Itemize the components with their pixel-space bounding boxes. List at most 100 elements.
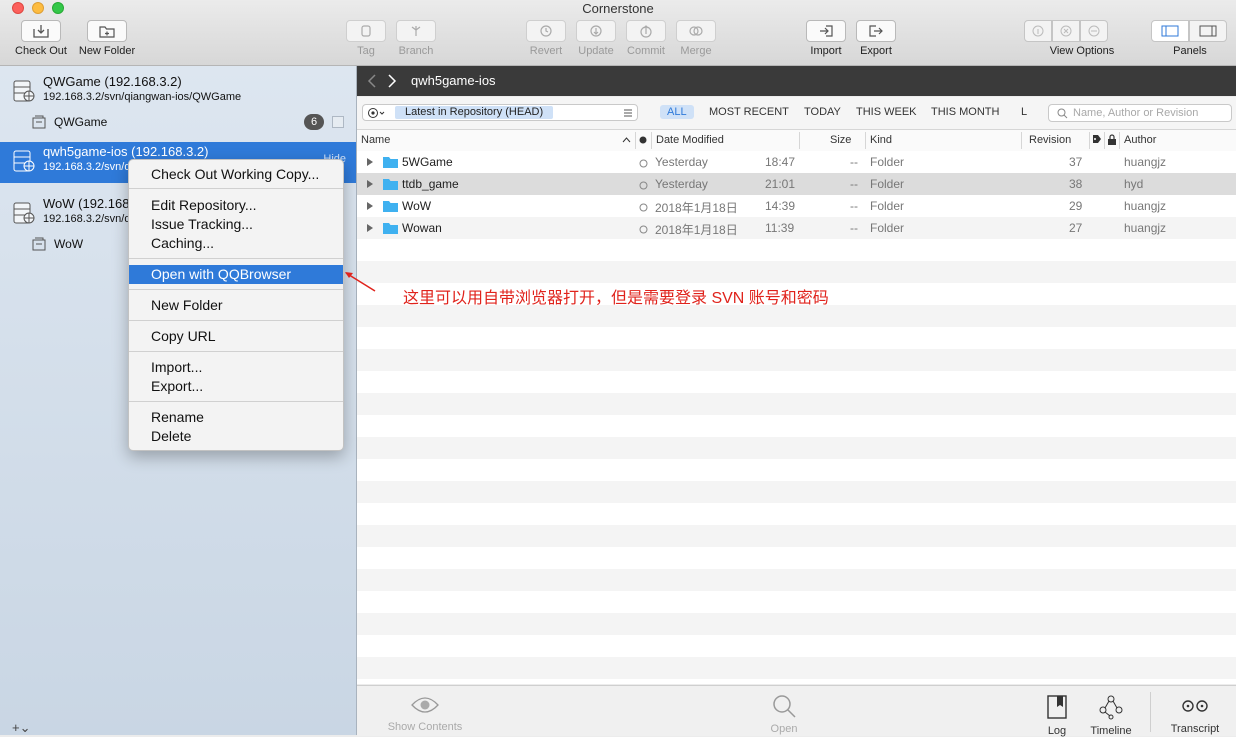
repository-server-icon — [13, 80, 35, 102]
timeline-button[interactable]: Timeline — [1085, 694, 1137, 737]
revert-button[interactable]: Revert — [526, 20, 566, 57]
panels-segment[interactable] — [1151, 20, 1227, 42]
new-folder-button[interactable]: New Folder — [76, 20, 138, 57]
working-copy-item[interactable]: QWGame 6 — [0, 111, 356, 133]
checkout-button[interactable]: Check Out — [12, 20, 70, 57]
magnifier-icon — [773, 695, 796, 718]
filter-icon[interactable] — [1080, 20, 1108, 42]
column-kind[interactable]: Kind — [870, 134, 892, 146]
import-button[interactable]: Import — [806, 20, 846, 57]
file-row[interactable]: 5WGame Yesterday 18:47 -- Folder 37 huan… — [357, 151, 1236, 173]
working-copy-name: QWGame — [54, 115, 108, 129]
book-icon — [1047, 695, 1067, 719]
export-button[interactable]: Export — [856, 20, 896, 57]
merge-label: Merge — [680, 45, 712, 57]
view-options-segment[interactable] — [1024, 20, 1108, 42]
filter-more[interactable]: L — [1021, 106, 1027, 118]
disclosure-triangle-icon[interactable] — [366, 200, 374, 214]
folder-plus-icon — [87, 20, 127, 42]
filter-this-month[interactable]: THIS MONTH — [931, 106, 999, 118]
tag-label: Tag — [357, 45, 375, 57]
version-selector[interactable]: Latest in Repository (HEAD) — [362, 104, 638, 121]
transcript-button[interactable]: Transcript — [1163, 694, 1227, 735]
ignore-icon[interactable] — [1052, 20, 1080, 42]
working-copy-checkbox[interactable] — [332, 116, 344, 128]
file-row[interactable]: Wowan 2018年1月18日 11:39 -- Folder 27 huan… — [357, 217, 1236, 239]
forward-arrow-icon[interactable] — [385, 72, 399, 90]
column-name[interactable]: Name — [361, 134, 390, 146]
revert-icon — [526, 20, 566, 42]
file-author: huangjz — [1124, 155, 1167, 169]
status-circle-icon — [639, 157, 648, 171]
sort-ascending-icon[interactable] — [622, 136, 631, 144]
column-size[interactable]: Size — [830, 134, 851, 146]
column-date-modified[interactable]: Date Modified — [656, 134, 724, 146]
file-row[interactable]: WoW 2018年1月18日 14:39 -- Folder 29 huangj… — [357, 195, 1236, 217]
right-panel-icon[interactable] — [1189, 20, 1227, 42]
timeline-icon — [1099, 695, 1123, 720]
back-arrow-icon[interactable] — [365, 72, 379, 90]
filter-this-week[interactable]: THIS WEEK — [856, 106, 917, 118]
commit-icon — [626, 20, 666, 42]
add-repository-button[interactable]: +⌄ — [12, 720, 30, 736]
filter-today[interactable]: TODAY — [804, 106, 841, 118]
current-path-title: qwh5game-ios — [411, 73, 496, 88]
log-button[interactable]: Log — [1037, 694, 1077, 737]
menu-item-rename[interactable]: Rename — [129, 408, 343, 427]
menu-item-check-out-working-copy[interactable]: Check Out Working Copy... — [129, 165, 343, 184]
column-revision[interactable]: Revision — [1029, 134, 1071, 146]
merge-button[interactable]: Merge — [676, 20, 716, 57]
update-button[interactable]: Update — [576, 20, 616, 57]
import-label: Import — [810, 45, 842, 57]
transcript-label: Transcript — [1170, 723, 1220, 735]
disclosure-triangle-icon[interactable] — [366, 178, 374, 192]
show-contents-button[interactable]: Show Contents — [381, 694, 469, 733]
info-icon[interactable] — [1024, 20, 1052, 42]
log-label: Log — [1047, 725, 1067, 737]
file-date: Yesterday — [655, 177, 708, 191]
view-options-label: View Options — [1032, 42, 1132, 57]
file-list: 5WGame Yesterday 18:47 -- Folder 37 huan… — [357, 151, 1236, 684]
menu-separator — [129, 258, 343, 259]
commit-label: Commit — [627, 45, 665, 57]
menu-item-edit-repository[interactable]: Edit Repository... — [129, 196, 343, 215]
open-button[interactable]: Open — [759, 694, 809, 735]
panels-label: Panels — [1160, 42, 1220, 57]
column-divider — [1089, 132, 1090, 149]
repository-url: 192.168.3.2/svn/qiangwan-ios/QWGame — [43, 91, 242, 103]
filter-most-recent[interactable]: MOST RECENT — [709, 106, 789, 118]
file-row-selected[interactable]: ttdb_game Yesterday 21:01 -- Folder 38 h… — [357, 173, 1236, 195]
tag-button[interactable]: Tag — [346, 20, 386, 57]
menu-item-new-folder[interactable]: New Folder — [129, 296, 343, 315]
menu-item-copy-url[interactable]: Copy URL — [129, 327, 343, 346]
menu-item-caching[interactable]: Caching... — [129, 234, 343, 253]
file-size: -- — [850, 177, 858, 191]
menu-item-import[interactable]: Import... — [129, 358, 343, 377]
menu-item-issue-tracking[interactable]: Issue Tracking... — [129, 215, 343, 234]
file-time: 11:39 — [765, 221, 795, 235]
filter-bar: Latest in Repository (HEAD) ALL MOST REC… — [357, 97, 1236, 130]
file-date: 2018年1月18日 — [655, 223, 738, 237]
file-revision: 38 — [1069, 177, 1083, 191]
file-revision: 29 — [1069, 199, 1083, 213]
commit-button[interactable]: Commit — [626, 20, 666, 57]
menu-item-delete[interactable]: Delete — [129, 427, 343, 446]
modified-count-badge: 6 — [304, 114, 324, 130]
repository-server-icon — [13, 202, 35, 224]
column-divider — [865, 132, 866, 149]
menu-separator — [129, 188, 343, 189]
branch-button[interactable]: Branch — [396, 20, 436, 57]
repository-item[interactable]: QWGame (192.168.3.2) 192.168.3.2/svn/qia… — [0, 72, 356, 112]
file-kind: Folder — [870, 177, 905, 191]
update-label: Update — [578, 45, 614, 57]
disclosure-triangle-icon[interactable] — [366, 222, 374, 236]
menu-item-open-with-qqbrowser[interactable]: Open with QQBrowser — [129, 265, 343, 284]
lock-column-icon — [1108, 134, 1116, 145]
column-author[interactable]: Author — [1124, 134, 1156, 146]
filter-all[interactable]: ALL — [660, 105, 694, 119]
search-field[interactable]: Name, Author or Revision — [1048, 104, 1232, 122]
repository-name: qwh5game-ios (192.168.3.2) — [43, 144, 209, 159]
left-panel-icon[interactable] — [1151, 20, 1189, 42]
disclosure-triangle-icon[interactable] — [366, 156, 374, 170]
menu-item-export[interactable]: Export... — [129, 377, 343, 396]
